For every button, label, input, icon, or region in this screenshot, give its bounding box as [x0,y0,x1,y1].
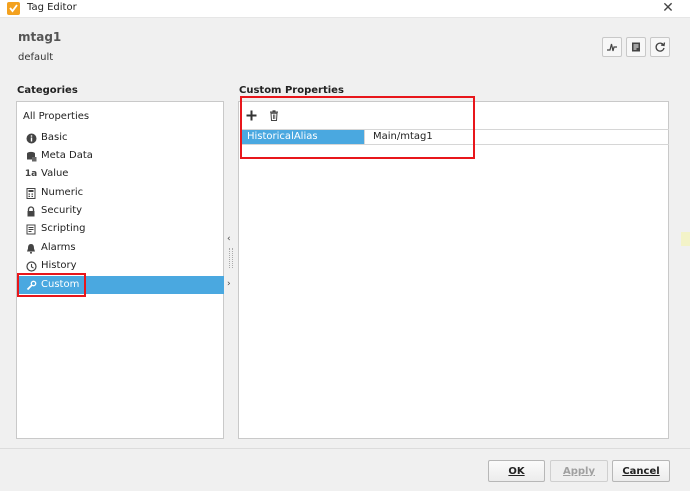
category-custom[interactable]: Custom [18,276,224,294]
background-window-strip [681,232,690,246]
category-label: Alarms [41,242,76,253]
panel-splitter[interactable]: ‹ › [224,101,238,439]
category-basic[interactable]: Basic [18,129,224,147]
property-key-cell[interactable]: HistoricalAlias [240,130,364,144]
app-logo-icon [7,2,20,15]
categories-list: All Properties Basic Meta Data 1a Value … [16,101,224,439]
category-numeric[interactable]: Numeric [18,184,224,202]
trash-icon [270,109,278,121]
lock-icon [25,205,37,217]
categories-title: Categories [17,85,78,96]
title-bar: Tag Editor ✕ [0,0,690,18]
collapse-left-icon[interactable]: ‹ [227,234,231,244]
calculator-icon [25,187,37,199]
apply-button[interactable]: Apply [550,460,608,482]
table-row[interactable]: HistoricalAlias Main/mtag1 [240,129,669,145]
wrench-icon [25,279,37,291]
cancel-button[interactable]: Cancel [612,460,670,482]
category-meta-data[interactable]: Meta Data [18,147,224,165]
all-properties-item[interactable]: All Properties [23,111,89,122]
expand-right-icon[interactable]: › [227,279,231,289]
waveform-icon [607,43,617,52]
category-security[interactable]: Security [18,202,224,220]
window-title: Tag Editor [27,2,77,13]
tag-name: mtag1 [18,30,62,44]
refresh-button[interactable] [650,37,670,57]
category-label: Basic [41,132,68,143]
database-icon [25,150,37,162]
category-label: Value [41,168,69,179]
category-scripting[interactable]: Scripting [18,220,224,238]
script-icon [25,223,37,235]
editor-header: mtag1 default [0,18,690,78]
ok-button[interactable]: OK [488,460,545,482]
refresh-icon [655,42,666,52]
bell-icon [25,242,37,254]
tag-provider: default [18,52,54,63]
property-value-cell[interactable]: Main/mtag1 [364,130,669,144]
category-value[interactable]: 1a Value [18,165,224,183]
tag-diagnostics-button[interactable] [602,37,622,57]
custom-properties-title: Custom Properties [239,85,344,96]
clock-icon [25,260,37,272]
category-label: Scripting [41,223,86,234]
editor-body: Categories Custom Properties All Propert… [0,78,690,448]
splitter-grip[interactable] [229,248,233,268]
add-property-button[interactable] [244,108,258,122]
category-label: History [41,260,77,271]
category-history[interactable]: History [18,257,224,275]
close-icon[interactable]: ✕ [660,0,676,16]
category-label: Numeric [41,187,84,198]
category-label: Security [41,205,83,216]
document-icon [632,42,640,52]
delete-property-button[interactable] [267,108,281,122]
category-label: Custom [41,279,80,290]
info-icon [25,132,37,144]
plus-icon [246,110,256,120]
value-icon: 1a [24,169,38,179]
custom-properties-table: HistoricalAlias Main/mtag1 [238,101,669,439]
category-alarms[interactable]: Alarms [18,239,224,257]
edit-json-button[interactable] [626,37,646,57]
dialog-footer: OK Apply Cancel [0,448,690,491]
category-label: Meta Data [41,150,93,161]
